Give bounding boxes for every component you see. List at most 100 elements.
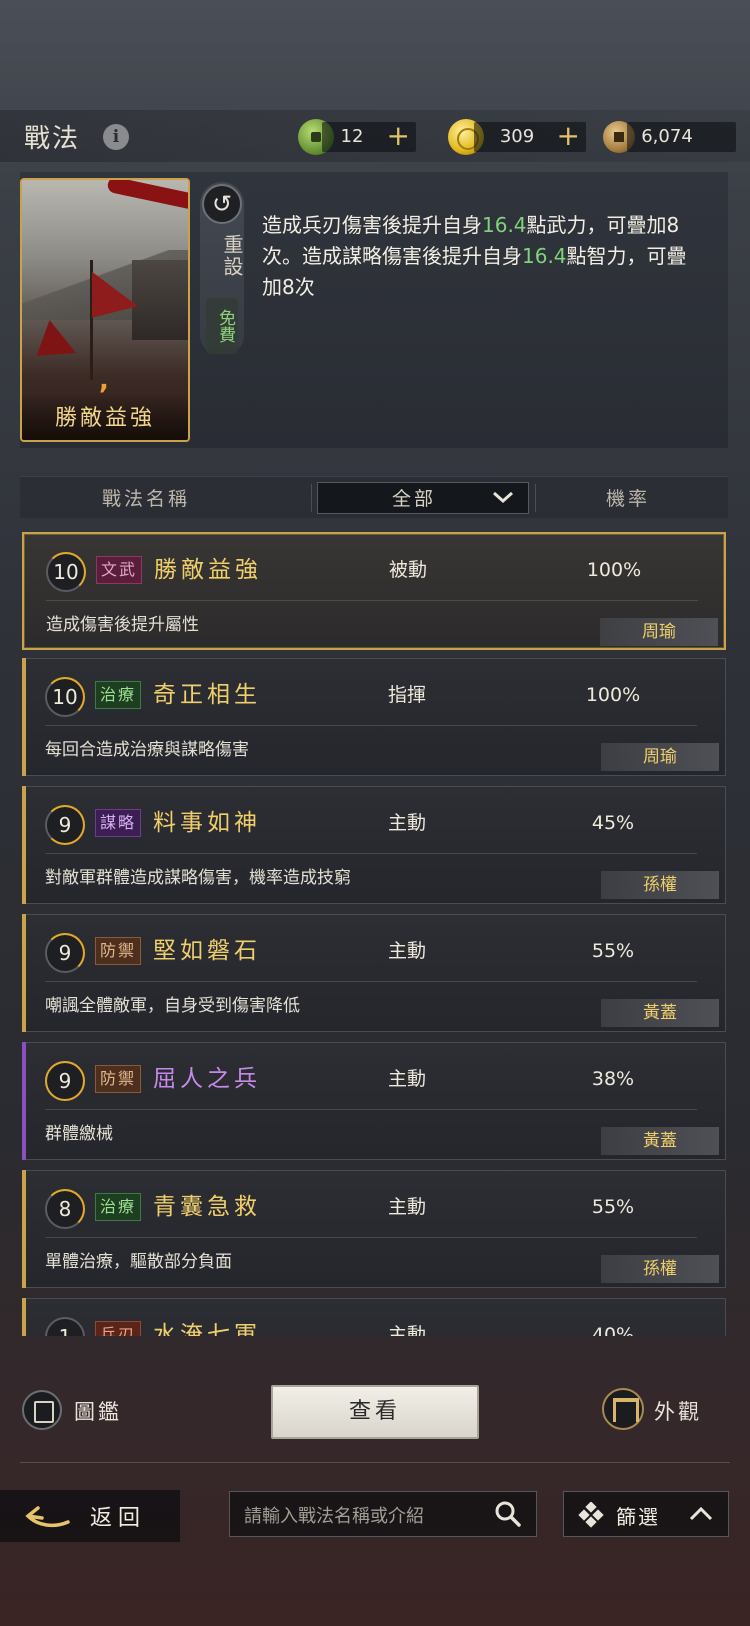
skill-type: 指揮 xyxy=(388,684,427,706)
row-divider xyxy=(45,981,697,982)
skill-list[interactable]: 10 文武 勝敵益強 被動 100% 造成傷害後提升屬性 周瑜 10 治療 奇正… xyxy=(20,530,730,1336)
skill-type: 主動 xyxy=(388,1196,427,1218)
skill-rate: 100% xyxy=(586,559,642,581)
chevron-up-icon xyxy=(689,1506,713,1521)
skill-summary: 嘲諷全體敵軍，自身受到傷害降低 xyxy=(45,996,300,1016)
skill-name: 屈人之兵 xyxy=(153,1066,261,1092)
skill-type: 主動 xyxy=(388,940,427,962)
skill-row[interactable]: 10 治療 奇正相生 指揮 100% 每回合造成治療與謀略傷害 周瑜 xyxy=(22,658,726,776)
skill-rate: 38% xyxy=(591,1068,635,1090)
desc-value-2: 16.4 xyxy=(522,244,567,268)
quality-edge xyxy=(22,658,26,776)
skill-name: 勝敵益強 xyxy=(154,557,262,583)
skill-row[interactable]: 1 兵刃 水淹七軍 主動 40% xyxy=(22,1298,726,1336)
gold-add-button[interactable]: + xyxy=(557,122,580,150)
skill-row[interactable]: 9 防禦 屈人之兵 主動 38% 群體繳械 黃蓋 xyxy=(22,1042,726,1160)
card-art-flag xyxy=(92,271,138,325)
skill-rate: 100% xyxy=(585,684,641,706)
card-art-castle xyxy=(132,260,188,340)
quality-edge xyxy=(22,1298,26,1336)
chevron-down-icon xyxy=(493,491,513,504)
level-progress-ring xyxy=(45,677,85,717)
level-progress-ring xyxy=(45,1189,85,1229)
gold-count: 309 xyxy=(499,126,535,147)
skill-category-tag: 治療 xyxy=(95,1193,142,1221)
jade-count: 12 xyxy=(340,126,364,147)
skill-type: 主動 xyxy=(388,1068,427,1090)
card-name: 勝敵益強 xyxy=(22,394,188,440)
skill-owner-badge: 黃蓋 xyxy=(601,999,719,1027)
skill-summary: 群體繳械 xyxy=(45,1124,113,1144)
jade-add-button[interactable]: + xyxy=(387,122,410,150)
skill-summary: 對敵軍群體造成謀略傷害，機率造成技窮 xyxy=(45,868,351,888)
card-art-streamer xyxy=(106,180,188,211)
name-column-header: 戰法名稱 xyxy=(102,488,191,510)
level-progress-ring xyxy=(45,1061,85,1101)
skill-category-tag: 兵刃 xyxy=(95,1321,142,1336)
skill-owner-badge: 周瑜 xyxy=(600,618,718,646)
skill-type: 主動 xyxy=(388,1324,427,1336)
page-title: 戰法 xyxy=(24,124,81,154)
skill-summary: 每回合造成治療與謀略傷害 xyxy=(45,740,249,760)
skill-owner-badge: 孫權 xyxy=(601,871,719,899)
skill-name: 水淹七軍 xyxy=(153,1322,261,1336)
appearance-button[interactable]: 外觀 xyxy=(654,1396,702,1426)
row-divider xyxy=(46,600,698,601)
skill-name: 料事如神 xyxy=(153,810,261,836)
search-placeholder: 請輸入戰法名稱或介紹 xyxy=(244,1506,424,1527)
diamond-filter-icon xyxy=(578,1502,604,1528)
atlas-icon[interactable] xyxy=(22,1390,62,1430)
skill-rate: 45% xyxy=(591,812,635,834)
skill-row[interactable]: 10 文武 勝敵益強 被動 100% 造成傷害後提升屬性 周瑜 xyxy=(22,532,726,650)
skill-owner-badge: 孫權 xyxy=(601,1255,719,1283)
skill-level: 1 xyxy=(45,1317,85,1336)
desc-text-1: 造成兵刃傷害後提升自身 xyxy=(262,213,482,237)
pavilion-icon[interactable] xyxy=(602,1388,644,1430)
row-divider xyxy=(45,853,697,854)
category-filter-value: 全部 xyxy=(392,488,437,510)
header-divider xyxy=(535,484,536,512)
free-badge: 免費 xyxy=(206,298,238,354)
quality-edge xyxy=(22,914,26,1032)
skill-owner-badge: 黃蓋 xyxy=(601,1127,719,1155)
reset-arrow-icon[interactable]: ↺ xyxy=(202,184,242,224)
skill-category-tag: 治療 xyxy=(95,681,142,709)
view-button[interactable]: 查看 xyxy=(271,1385,479,1439)
divider xyxy=(20,1462,730,1463)
back-label[interactable]: 返回 xyxy=(90,1500,146,1532)
skill-row[interactable]: 9 防禦 堅如磐石 主動 55% 嘲諷全體敵軍，自身受到傷害降低 黃蓋 xyxy=(22,914,726,1032)
quality-edge xyxy=(22,786,26,904)
reset-label: 重設 xyxy=(220,234,244,278)
info-icon[interactable]: i xyxy=(103,124,129,150)
skill-row[interactable]: 8 治療 青囊急救 主動 55% 單體治療，驅散部分負面 孫權 xyxy=(22,1170,726,1288)
skill-rate: 55% xyxy=(591,940,635,962)
skill-type: 主動 xyxy=(388,812,427,834)
skill-summary: 單體治療，驅散部分負面 xyxy=(45,1252,232,1272)
skill-category-tag: 文武 xyxy=(96,556,143,584)
skill-row[interactable]: 9 謀略 料事如神 主動 45% 對敵軍群體造成謀略傷害，機率造成技窮 孫權 xyxy=(22,786,726,904)
quality-mark-icon: , xyxy=(99,366,109,396)
skill-rate: 40% xyxy=(591,1324,635,1336)
copper-count: 6,074 xyxy=(641,126,693,147)
search-icon[interactable] xyxy=(494,1500,522,1528)
skill-name: 奇正相生 xyxy=(153,682,261,708)
skill-category-tag: 防禦 xyxy=(95,1065,142,1093)
card-art-flag-small xyxy=(36,319,84,369)
level-progress-ring xyxy=(45,933,85,973)
rate-column-header: 機率 xyxy=(606,488,651,510)
skill-description: 造成兵刃傷害後提升自身16.4點武力，可疊加8次。造成謀略傷害後提升自身16.4… xyxy=(262,210,702,303)
skill-summary: 造成傷害後提升屬性 xyxy=(46,615,199,635)
back-arrow-icon xyxy=(25,1506,70,1528)
atlas-button[interactable]: 圖鑑 xyxy=(74,1396,122,1426)
skill-owner-badge: 周瑜 xyxy=(601,743,719,771)
skill-rate: 55% xyxy=(591,1196,635,1218)
level-progress-ring xyxy=(45,805,85,845)
skill-card[interactable]: , 勝敵益強 xyxy=(20,178,190,442)
row-divider xyxy=(45,725,697,726)
filter-label: 篩選 xyxy=(616,1505,660,1529)
skill-category-tag: 謀略 xyxy=(95,809,142,837)
copper-resource: 6,074 xyxy=(627,122,736,152)
row-divider xyxy=(45,1237,697,1238)
skill-category-tag: 防禦 xyxy=(95,937,142,965)
quality-edge xyxy=(22,1170,26,1288)
